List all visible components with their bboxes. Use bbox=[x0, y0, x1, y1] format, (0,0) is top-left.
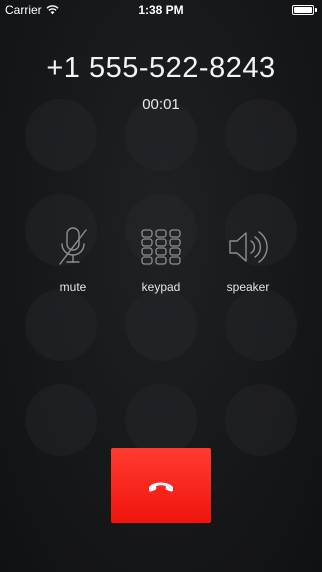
end-call-button[interactable] bbox=[111, 448, 211, 523]
phone-number: +1 555-522-8243 bbox=[46, 52, 276, 84]
microphone-muted-icon bbox=[59, 227, 87, 265]
phone-hangup-icon bbox=[149, 482, 173, 492]
speaker-icon bbox=[229, 231, 268, 263]
mute-label: mute bbox=[59, 280, 87, 294]
speaker-button[interactable]: speaker bbox=[208, 224, 288, 294]
call-duration: 00:01 bbox=[142, 96, 180, 113]
speaker-label: speaker bbox=[226, 280, 270, 294]
keypad-grid-icon bbox=[141, 229, 181, 265]
status-time: 1:38 PM bbox=[138, 3, 184, 17]
keypad-button[interactable]: keypad bbox=[121, 224, 201, 294]
mute-button[interactable]: mute bbox=[33, 224, 113, 294]
in-call-screen: Carrier 1:38 PM +1 555-522-8243 00:01 mu… bbox=[0, 0, 322, 572]
keypad-label: keypad bbox=[141, 280, 181, 294]
